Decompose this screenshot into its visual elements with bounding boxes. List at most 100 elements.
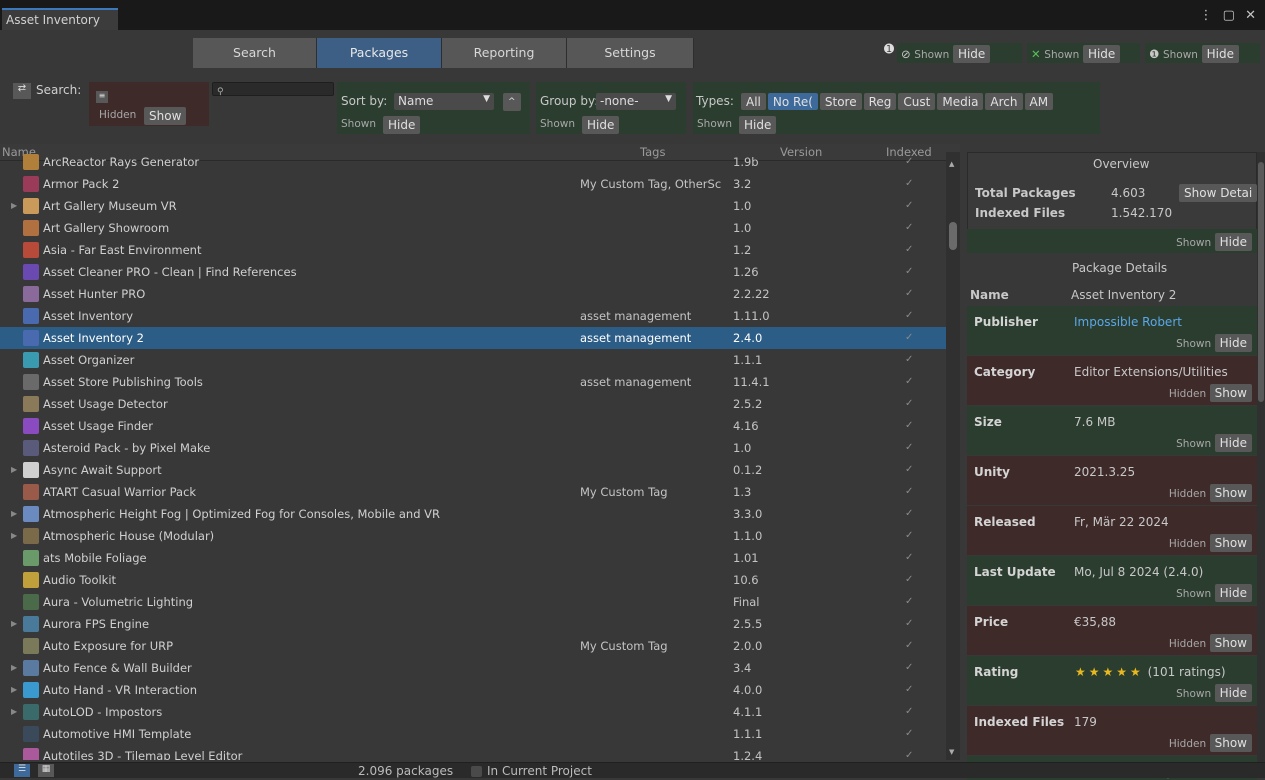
list-scrollbar[interactable]: ▲ ▼ bbox=[946, 152, 960, 760]
show-details-button[interactable]: Show Detai bbox=[1179, 184, 1257, 202]
tab-settings[interactable]: Settings bbox=[567, 38, 694, 68]
list-item[interactable]: Asset Organizer 1.1.1 ✓ bbox=[0, 349, 946, 371]
list-item[interactable]: Asset Hunter PRO 2.2.22 ✓ bbox=[0, 283, 946, 305]
package-name: Auto Fence & Wall Builder bbox=[43, 661, 192, 675]
hide-button[interactable]: Hide bbox=[952, 45, 991, 63]
list-item[interactable]: ▶ AutoLOD - Impostors 4.1.1 ✓ bbox=[0, 701, 946, 723]
hide-button[interactable]: Hide bbox=[1214, 684, 1252, 702]
indexed-check-icon: ✓ bbox=[905, 596, 914, 607]
scroll-down-icon[interactable]: ▼ bbox=[949, 748, 954, 756]
list-item[interactable]: Asia - Far East Environment 1.2 ✓ bbox=[0, 239, 946, 261]
expand-arrow-icon[interactable]: ▶ bbox=[11, 525, 17, 547]
package-tags: My Custom Tag bbox=[580, 639, 668, 653]
package-icon bbox=[23, 264, 39, 280]
expand-arrow-icon[interactable]: ▶ bbox=[11, 459, 17, 481]
package-version: 2.4.0 bbox=[733, 331, 763, 345]
hide-button[interactable]: Hide bbox=[1201, 45, 1239, 63]
details-scrollbar[interactable] bbox=[1257, 152, 1265, 762]
list-item[interactable]: ▶ Aurora FPS Engine 2.5.5 ✓ bbox=[0, 613, 946, 635]
list-item[interactable]: ArcReactor Rays Generator 1.9b ✓ bbox=[0, 152, 946, 173]
tab-reporting[interactable]: Reporting bbox=[442, 38, 567, 68]
list-item[interactable]: Aura - Volumetric Lighting Final ✓ bbox=[0, 591, 946, 613]
list-item[interactable]: ▶ Atmospheric Height Fog | Optimized Fog … bbox=[0, 503, 946, 525]
search-input[interactable]: ⚲ bbox=[212, 82, 334, 97]
field-value[interactable]: Impossible Robert bbox=[1074, 315, 1182, 329]
grid-view-icon[interactable]: ▦ bbox=[38, 764, 54, 777]
list-item[interactable]: Audio Toolkit 10.6 ✓ bbox=[0, 569, 946, 591]
in-project-checkbox[interactable] bbox=[471, 766, 482, 777]
show-button[interactable]: Show bbox=[1209, 734, 1252, 752]
hide-button[interactable]: Hide bbox=[1214, 334, 1252, 352]
type-store[interactable]: Store bbox=[819, 93, 862, 110]
help-icon[interactable]: ➊ bbox=[884, 42, 894, 56]
type-no-reg[interactable]: No Re( bbox=[767, 93, 818, 110]
sort-dropdown[interactable]: Name ▼ bbox=[394, 93, 494, 110]
indexed-check-icon: ✓ bbox=[905, 662, 914, 673]
list-item[interactable]: Asset Inventory asset management 1.11.0 ✓ bbox=[0, 305, 946, 327]
type-media[interactable]: Media bbox=[937, 93, 984, 110]
expand-arrow-icon[interactable]: ▶ bbox=[11, 503, 17, 525]
type-arch[interactable]: Arch bbox=[985, 93, 1023, 110]
type-am[interactable]: AM bbox=[1024, 93, 1054, 110]
expand-arrow-icon[interactable]: ▶ bbox=[11, 701, 17, 723]
list-item[interactable]: Asteroid Pack - by Pixel Make 1.0 ✓ bbox=[0, 437, 946, 459]
scroll-thumb[interactable] bbox=[1258, 162, 1264, 402]
type-reg[interactable]: Reg bbox=[863, 93, 897, 110]
list-view-icon[interactable]: ☰ bbox=[14, 764, 30, 777]
search-box-group: ≡ Hidden Show bbox=[89, 82, 209, 126]
tab-packages[interactable]: Packages bbox=[317, 38, 442, 68]
show-button[interactable]: Show bbox=[1209, 484, 1252, 502]
type-all[interactable]: All bbox=[741, 93, 766, 110]
list-item[interactable]: Asset Store Publishing Tools asset manage… bbox=[0, 371, 946, 393]
list-item[interactable]: ▶ Atmospheric House (Modular) 1.1.0 ✓ bbox=[0, 525, 946, 547]
list-item[interactable]: Autotiles 3D - Tilemap Level Editor 1.2.4… bbox=[0, 745, 946, 760]
list-item[interactable]: ▶ Art Gallery Museum VR 1.0 ✓ bbox=[0, 195, 946, 217]
show-button[interactable]: Show bbox=[1209, 634, 1252, 652]
list-item[interactable]: Automotive HMI Template 1.1.1 ✓ bbox=[0, 723, 946, 745]
list-item[interactable]: Armor Pack 2 My Custom Tag, OtherSc 3.2 ✓ bbox=[0, 173, 946, 195]
tab-search[interactable]: Search bbox=[193, 38, 317, 68]
show-button[interactable]: Show bbox=[144, 107, 187, 125]
show-button[interactable]: Show bbox=[1209, 534, 1252, 552]
package-icon bbox=[23, 528, 39, 544]
hide-button[interactable]: Hide bbox=[1214, 233, 1252, 251]
scroll-thumb[interactable] bbox=[949, 222, 957, 250]
hide-button[interactable]: Hide bbox=[739, 116, 777, 134]
list-item[interactable]: Auto Exposure for URP My Custom Tag 2.0.0 ✓ bbox=[0, 635, 946, 657]
hide-button[interactable]: Hide bbox=[582, 116, 620, 134]
hide-button[interactable]: Hide bbox=[383, 116, 421, 134]
filter-icon[interactable]: ≡ bbox=[96, 91, 108, 103]
list-item[interactable]: ▶ Auto Fence & Wall Builder 3.4 ✓ bbox=[0, 657, 946, 679]
list-item[interactable]: ats Mobile Foliage 1.01 ✓ bbox=[0, 547, 946, 569]
expand-arrow-icon[interactable]: ▶ bbox=[11, 657, 17, 679]
show-button[interactable]: Show bbox=[1209, 384, 1252, 402]
list-item[interactable]: Art Gallery Showroom 1.0 ✓ bbox=[0, 217, 946, 239]
field-rating: Rating ★★★★★ (101 ratings) Shown Hide bbox=[967, 656, 1257, 705]
list-item[interactable]: Asset Cleaner PRO - Clean | Find Referen… bbox=[0, 261, 946, 283]
footer: ☰ ▦ 2.096 packages In Current Project bbox=[0, 762, 1265, 778]
hide-button[interactable]: Hide bbox=[1214, 434, 1252, 452]
sort-direction-button[interactable]: ^ bbox=[503, 93, 521, 111]
list-item[interactable]: ▶ Async Await Support 0.1.2 ✓ bbox=[0, 459, 946, 481]
swap-icon[interactable]: ⇄ bbox=[13, 83, 31, 99]
package-list[interactable]: ArcReactor Rays Generator 1.9b ✓ Armor Pack… bbox=[0, 152, 960, 760]
expand-arrow-icon[interactable]: ▶ bbox=[11, 679, 17, 701]
type-cust[interactable]: Cust bbox=[898, 93, 936, 110]
hide-button[interactable]: Hide bbox=[1082, 45, 1121, 63]
list-item[interactable]: ▶ Auto Hand - VR Interaction 4.0.0 ✓ bbox=[0, 679, 946, 701]
list-item[interactable]: ATART Casual Warrior Pack My Custom Tag 1.… bbox=[0, 481, 946, 503]
window-controls[interactable]: ⋮ ▢ ✕ bbox=[1200, 8, 1259, 23]
indexed-check-icon: ✓ bbox=[905, 178, 914, 189]
window-tab[interactable]: Asset Inventory bbox=[2, 8, 118, 30]
field-publisher: Publisher Impossible Robert Shown Hide bbox=[967, 306, 1257, 355]
hide-button[interactable]: Hide bbox=[1214, 584, 1252, 602]
package-version: 1.1.1 bbox=[733, 353, 763, 367]
package-name: Asset Organizer bbox=[43, 353, 135, 367]
list-item[interactable]: Asset Inventory 2 asset management 2.4.0 ✓ bbox=[0, 327, 946, 349]
list-item[interactable]: Asset Usage Finder 4.16 ✓ bbox=[0, 415, 946, 437]
scroll-up-icon[interactable]: ▲ bbox=[949, 160, 954, 168]
expand-arrow-icon[interactable]: ▶ bbox=[11, 195, 17, 217]
list-item[interactable]: Asset Usage Detector 2.5.2 ✓ bbox=[0, 393, 946, 415]
group-dropdown[interactable]: -none- ▼ bbox=[596, 93, 676, 110]
expand-arrow-icon[interactable]: ▶ bbox=[11, 613, 17, 635]
